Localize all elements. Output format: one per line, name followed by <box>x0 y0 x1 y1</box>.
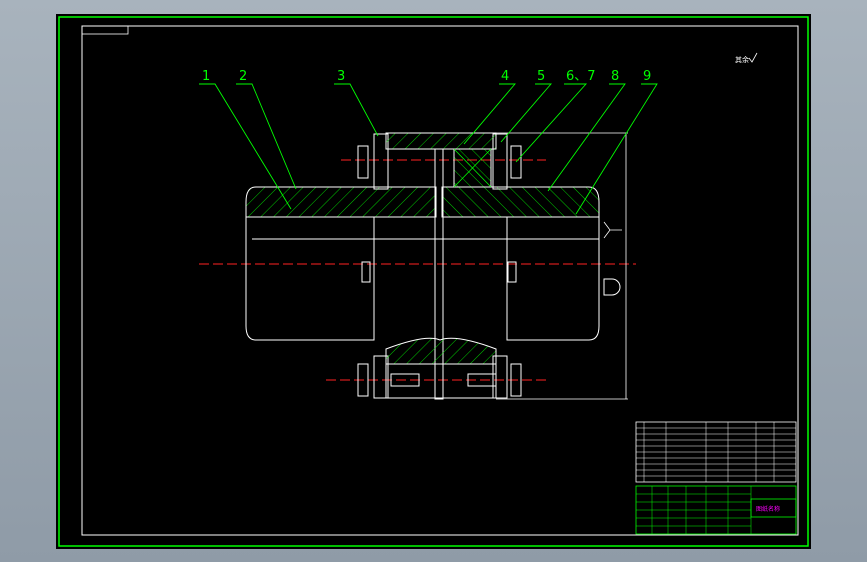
keyway-left <box>361 261 371 283</box>
roughness-symbol-icon <box>748 52 758 63</box>
part-label-1: 1 <box>202 69 210 84</box>
left-hub-lower <box>245 217 375 341</box>
leader-2 <box>236 83 297 190</box>
inner-frame <box>81 25 799 536</box>
bom-rows <box>636 422 796 482</box>
leader-9 <box>575 83 658 215</box>
part-label-8: 9 <box>643 69 651 84</box>
drawing-sheet: 其余 1 2 3 4 5 6、7 8 9 图纸名称 <box>56 14 811 549</box>
right-hub-upper <box>441 186 600 218</box>
leader-8 <box>547 83 626 192</box>
part-labels: 1 2 3 4 5 6、7 8 9 <box>202 69 651 84</box>
leader-3 <box>334 83 379 137</box>
drawing-title: 图纸名称 <box>756 505 780 513</box>
cad-drawing: 其余 1 2 3 4 5 6、7 8 9 图纸名称 <box>58 16 809 547</box>
part-label-2: 2 <box>239 69 247 84</box>
outer-frame <box>58 16 809 547</box>
part-label-3: 3 <box>337 69 345 84</box>
roughness-note: 其余 <box>735 55 749 64</box>
bottom-ring <box>385 363 497 399</box>
part-label-4: 4 <box>501 69 509 84</box>
bolt-nut-left-top <box>357 145 369 179</box>
outer-sleeve-top <box>385 132 497 150</box>
corner-tag-box <box>81 25 129 35</box>
viewport-background: 其余 1 2 3 4 5 6、7 8 9 图纸名称 <box>0 0 867 562</box>
thread-dim-symbol <box>603 221 622 239</box>
title-block: 图纸名称 <box>635 421 797 535</box>
keyway-right <box>507 261 517 283</box>
right-hub-lower <box>506 217 600 341</box>
part-label-6: 6、7 <box>566 69 596 84</box>
part-label-7: 8 <box>611 69 619 84</box>
leader-6-7 <box>515 83 588 163</box>
left-hub-upper <box>245 186 437 218</box>
approval-grid <box>636 486 752 534</box>
outer-sleeve-bottom <box>385 337 497 365</box>
diameter-dim-symbol <box>603 278 621 296</box>
part-label-5: 5 <box>537 69 545 84</box>
